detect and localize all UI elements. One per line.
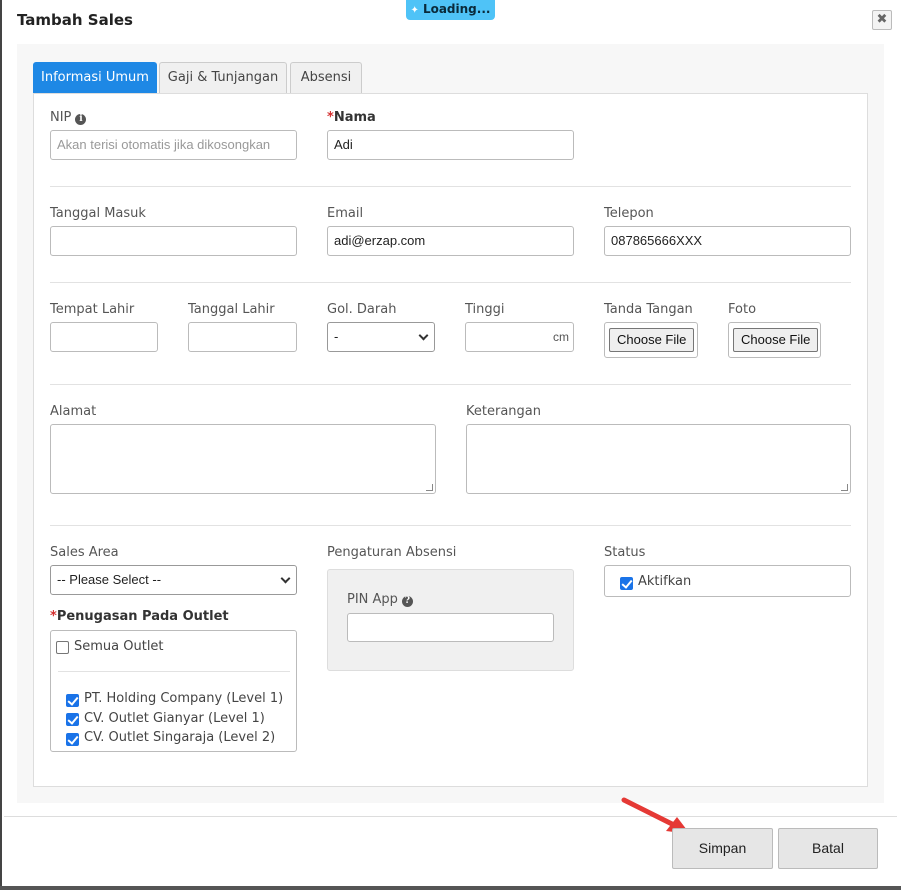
tanggal-lahir-input[interactable] bbox=[188, 322, 297, 352]
foto-file-field: Choose File bbox=[728, 322, 821, 358]
semua-outlet-label: Semua Outlet bbox=[74, 639, 164, 654]
gol-darah-label: Gol. Darah bbox=[327, 302, 397, 317]
chevron-down-icon bbox=[418, 330, 429, 341]
divider bbox=[50, 525, 851, 526]
tinggi-unit: cm bbox=[553, 330, 569, 344]
outlet-checkbox-gianyar[interactable] bbox=[66, 713, 79, 726]
divider bbox=[50, 282, 851, 283]
foto-choose-file-button[interactable]: Choose File bbox=[733, 328, 819, 352]
footer-divider bbox=[4, 816, 897, 817]
loading-label: Loading... bbox=[422, 2, 491, 16]
foto-label: Foto bbox=[728, 302, 757, 317]
nama-label: *Nama bbox=[327, 110, 376, 125]
help-icon: ? bbox=[401, 596, 413, 607]
tempat-lahir-input[interactable] bbox=[50, 322, 158, 352]
outlet-checkbox-holding[interactable] bbox=[66, 694, 79, 707]
loading-indicator: ✦ Loading... bbox=[406, 0, 495, 20]
sales-area-value: -- Please Select -- bbox=[57, 572, 162, 587]
sales-area-select[interactable]: -- Please Select -- bbox=[50, 565, 297, 595]
modal-title: Tambah Sales bbox=[17, 11, 133, 29]
outlet-label-gianyar: CV. Outlet Gianyar (Level 1) bbox=[84, 711, 265, 726]
nama-input[interactable]: Adi bbox=[327, 130, 574, 160]
alamat-label: Alamat bbox=[50, 404, 97, 419]
status-label: Status bbox=[604, 545, 646, 560]
window-edge-bottom bbox=[0, 886, 901, 890]
gol-darah-select[interactable]: - bbox=[327, 322, 435, 352]
nip-label: NIP i bbox=[50, 110, 87, 125]
outlet-label-holding: PT. Holding Company (Level 1) bbox=[84, 691, 284, 706]
pin-app-label-text: PIN App bbox=[347, 592, 398, 607]
telepon-input[interactable]: 087865666XXX bbox=[604, 226, 851, 256]
aktifkan-label: Aktifkan bbox=[638, 574, 692, 589]
tanggal-masuk-input[interactable] bbox=[50, 226, 297, 256]
close-icon[interactable]: ✖ bbox=[872, 10, 892, 30]
chevron-down-icon bbox=[280, 573, 291, 584]
window-edge-left bbox=[0, 0, 2, 890]
pin-app-label: PIN App? bbox=[347, 592, 413, 607]
simpan-button[interactable]: Simpan bbox=[672, 828, 773, 869]
telepon-label: Telepon bbox=[604, 206, 654, 221]
divider bbox=[50, 186, 851, 187]
keterangan-label: Keterangan bbox=[466, 404, 541, 419]
tanda-tangan-label: Tanda Tangan bbox=[604, 302, 693, 317]
email-label: Email bbox=[327, 206, 364, 221]
outlet-checkbox-singaraja[interactable] bbox=[66, 733, 79, 746]
keterangan-textarea[interactable] bbox=[466, 424, 851, 494]
tanda-tangan-choose-file-button[interactable]: Choose File bbox=[609, 328, 695, 352]
tanggal-lahir-label: Tanggal Lahir bbox=[188, 302, 275, 317]
semua-outlet-checkbox[interactable] bbox=[56, 641, 69, 654]
sparkle-icon: ✦ bbox=[410, 5, 419, 16]
nip-input[interactable]: Akan terisi otomatis jika dikosongkan bbox=[50, 130, 297, 160]
tab-gaji-tunjangan[interactable]: Gaji & Tunjangan bbox=[159, 62, 287, 94]
tab-absensi[interactable]: Absensi bbox=[290, 62, 362, 94]
tempat-lahir-label: Tempat Lahir bbox=[50, 302, 135, 317]
nip-label-text: NIP bbox=[50, 110, 72, 125]
sales-area-label: Sales Area bbox=[50, 545, 119, 560]
tinggi-input[interactable]: cm bbox=[465, 322, 574, 352]
penugasan-outlet-label-text: Penugasan Pada Outlet bbox=[56, 609, 229, 624]
info-icon: i bbox=[75, 114, 87, 125]
required-mark: * bbox=[50, 609, 57, 624]
email-input[interactable]: adi@erzap.com bbox=[327, 226, 574, 256]
aktifkan-checkbox[interactable] bbox=[620, 577, 633, 590]
outlet-divider bbox=[58, 671, 290, 672]
gol-darah-value: - bbox=[334, 329, 339, 344]
alamat-textarea[interactable] bbox=[50, 424, 436, 494]
tanda-tangan-file-field: Choose File bbox=[604, 322, 698, 358]
required-mark: * bbox=[327, 110, 334, 125]
tinggi-label: Tinggi bbox=[465, 302, 505, 317]
tab-informasi-umum[interactable]: Informasi Umum bbox=[33, 62, 157, 94]
penugasan-outlet-label: *Penugasan Pada Outlet bbox=[50, 609, 229, 624]
divider bbox=[50, 384, 851, 385]
tanggal-masuk-label: Tanggal Masuk bbox=[50, 206, 146, 221]
batal-button[interactable]: Batal bbox=[778, 828, 878, 869]
nama-label-text: Nama bbox=[333, 110, 376, 125]
pengaturan-absensi-label: Pengaturan Absensi bbox=[327, 545, 457, 560]
outlet-label-singaraja: CV. Outlet Singaraja (Level 2) bbox=[84, 730, 276, 745]
pin-app-input[interactable] bbox=[347, 613, 554, 642]
